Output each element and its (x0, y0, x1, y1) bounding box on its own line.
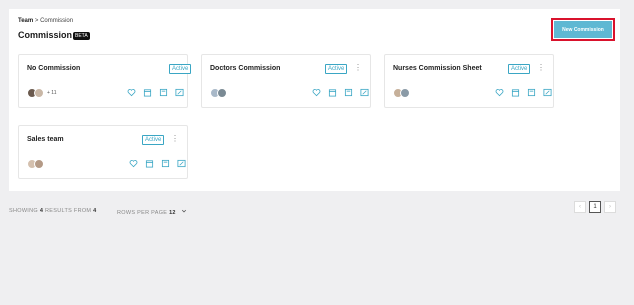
percent-icon[interactable] (177, 159, 186, 168)
showing-count: 4 (39, 208, 44, 214)
total-count: 4 (93, 208, 97, 214)
document-icon[interactable] (161, 159, 170, 168)
status-badge: Active (508, 64, 531, 74)
more-options-icon[interactable]: ⋮ (171, 135, 179, 143)
avatar-group (210, 87, 227, 98)
results-summary: SHOWING 4 RESULTS FROM 4 (9, 208, 96, 214)
showing-label: SHOWING (9, 208, 38, 214)
percent-icon[interactable] (360, 88, 369, 97)
rows-per-page-label: ROWS PER PAGE (117, 210, 168, 216)
avatar-group: + 11 (27, 87, 57, 98)
status-badge: Active (169, 64, 192, 74)
page-button-current[interactable]: 1 (589, 201, 601, 213)
more-count: + 11 (47, 89, 57, 96)
status-badge: Active (142, 135, 165, 145)
pagination: ‹ 1 › (571, 201, 616, 213)
page-title: Commission BETA (18, 30, 90, 40)
calendar-icon[interactable] (143, 88, 152, 97)
avatar (400, 87, 410, 98)
heart-icon[interactable] (127, 88, 136, 97)
card-actions (122, 159, 186, 168)
rows-per-page[interactable]: ROWS PER PAGE 12 (117, 208, 187, 216)
breadcrumb-root[interactable]: Team (18, 18, 33, 24)
rows-per-page-value[interactable]: 12 (169, 210, 176, 216)
more-options-icon[interactable]: ⋮ (354, 64, 362, 72)
calendar-icon[interactable] (511, 88, 520, 97)
avatar-group (393, 87, 410, 98)
heart-icon[interactable] (495, 88, 504, 97)
commission-card[interactable]: No Commission Active + 11 (18, 54, 192, 108)
beta-badge: BETA (73, 32, 90, 40)
commission-card[interactable]: Nurses Commission Sheet Active ⋮ (384, 54, 554, 108)
card-title: No Commission (27, 65, 81, 72)
card-actions (305, 88, 369, 97)
card-actions (488, 88, 552, 97)
avatar (34, 158, 44, 169)
card-title: Nurses Commission Sheet (393, 65, 482, 72)
content-panel: Team > Commission Commission BETA New Com… (9, 9, 620, 191)
calendar-icon[interactable] (145, 159, 154, 168)
results-from-label: RESULTS FROM (45, 208, 92, 214)
calendar-icon[interactable] (328, 88, 337, 97)
card-title: Sales team (27, 136, 64, 143)
prev-page-button[interactable]: ‹ (574, 201, 586, 213)
heart-icon[interactable] (129, 159, 138, 168)
next-page-button[interactable]: › (604, 201, 616, 213)
avatar (217, 87, 227, 98)
percent-icon[interactable] (175, 88, 184, 97)
commission-card[interactable]: Sales team Active ⋮ (18, 125, 188, 179)
commission-card[interactable]: Doctors Commission Active ⋮ (201, 54, 371, 108)
new-commission-button[interactable]: New Commission (554, 21, 612, 38)
more-options-icon[interactable]: ⋮ (537, 64, 545, 72)
breadcrumb: Team > Commission (18, 18, 73, 24)
avatar (34, 87, 44, 98)
document-icon[interactable] (159, 88, 168, 97)
document-icon[interactable] (527, 88, 536, 97)
breadcrumb-current: Commission (40, 18, 74, 24)
avatar-group (27, 158, 44, 169)
percent-icon[interactable] (543, 88, 552, 97)
chevron-down-icon[interactable] (181, 208, 187, 216)
page-title-text: Commission (18, 30, 73, 40)
status-badge: Active (325, 64, 348, 74)
heart-icon[interactable] (312, 88, 321, 97)
card-actions (120, 88, 184, 97)
card-title: Doctors Commission (210, 65, 281, 72)
document-icon[interactable] (344, 88, 353, 97)
